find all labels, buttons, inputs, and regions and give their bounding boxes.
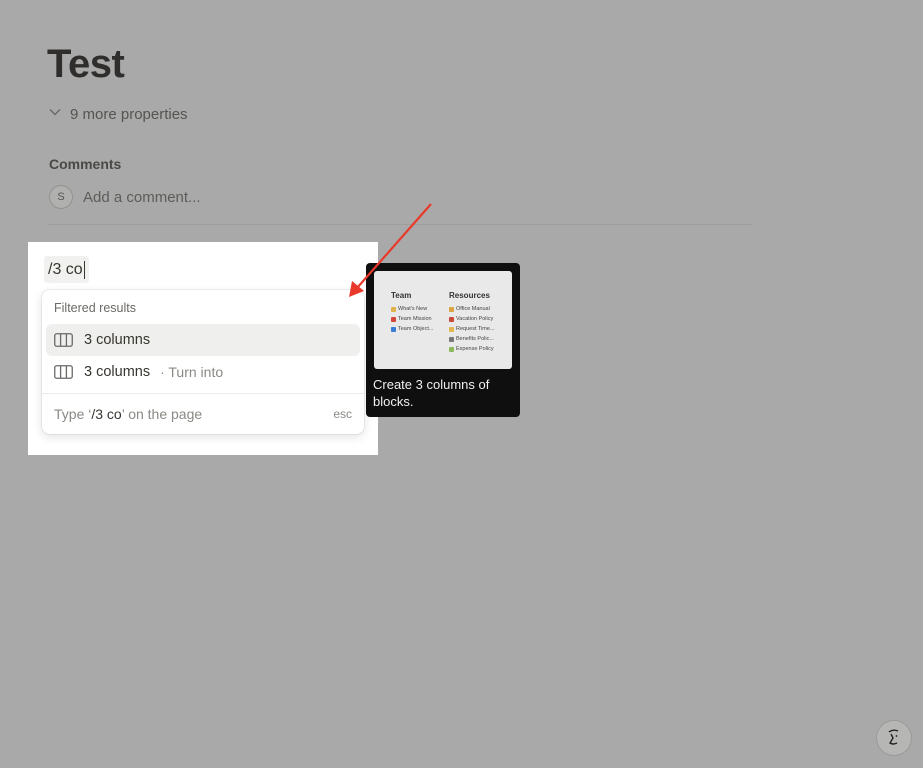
chevron-down-icon [48,105,62,123]
emoji-icon [449,326,454,332]
preview-item: Request Time... [449,324,495,334]
hint-prefix: Type ‘ [54,406,92,422]
more-properties-toggle[interactable]: 9 more properties [48,105,188,123]
comments-heading: Comments [49,156,122,172]
emoji-icon [391,306,396,312]
preview-column-heading: Resources [449,291,490,300]
preview-item: What's New [391,304,433,314]
comment-row: S Add a comment... [49,185,201,209]
block-preview-tooltip: Team What's New Team Mission Team Object… [366,263,520,417]
help-button[interactable] [876,720,912,756]
comment-input[interactable]: Add a comment... [83,189,201,206]
columns-icon [54,364,74,380]
menu-footer: Type ‘/3 co’ on the page esc [54,406,352,422]
type-on-page-hint[interactable]: Type ‘/3 co’ on the page [54,406,202,422]
preview-item: Team Object... [391,324,433,334]
more-properties-label: 9 more properties [70,105,188,123]
divider [47,224,753,225]
slash-command-menu: Filtered results 3 columns 3 columns · T… [42,290,364,434]
notion-ai-face-icon [888,729,899,745]
preview-item: Team Mission [391,314,433,324]
preview-column-team: Team What's New Team Mission Team Object… [391,291,433,334]
menu-item-3-columns[interactable]: 3 columns [46,324,360,356]
emoji-icon [391,326,396,332]
emoji-icon [449,336,454,342]
menu-separator [42,393,364,394]
menu-item-label: 3 columns [84,332,151,348]
menu-header: Filtered results [54,301,136,315]
hint-suffix: ’ on the page [121,406,203,422]
preview-item: Vacation Policy [449,314,495,324]
car-icon [449,316,454,322]
slash-command-text: /3 co [48,261,83,278]
text-caret [83,260,85,279]
menu-item-label: 3 columns [84,364,151,380]
columns-icon [54,332,74,348]
preview-column-resources: Resources Office Manual Vacation Policy … [449,291,495,354]
tooltip-caption: Create 3 columns of blocks. [373,377,490,409]
esc-button[interactable]: esc [333,407,352,421]
flag-icon [391,316,396,322]
menu-item-sublabel: · Turn into [160,364,224,380]
preview-column-heading: Team [391,291,412,300]
avatar: S [49,185,73,209]
columns-preview-image: Team What's New Team Mission Team Object… [374,271,512,369]
slash-command-input[interactable]: /3 co [44,256,89,283]
preview-item: Benefits Polic... [449,334,495,344]
money-icon [449,346,454,352]
preview-item: Expense Policy [449,344,495,354]
emoji-icon [449,306,454,312]
hint-query: /3 co [91,406,122,422]
page-title[interactable]: Test [47,42,125,87]
preview-item: Office Manual [449,304,495,314]
menu-item-3-columns-turn-into[interactable]: 3 columns · Turn into [46,356,360,388]
